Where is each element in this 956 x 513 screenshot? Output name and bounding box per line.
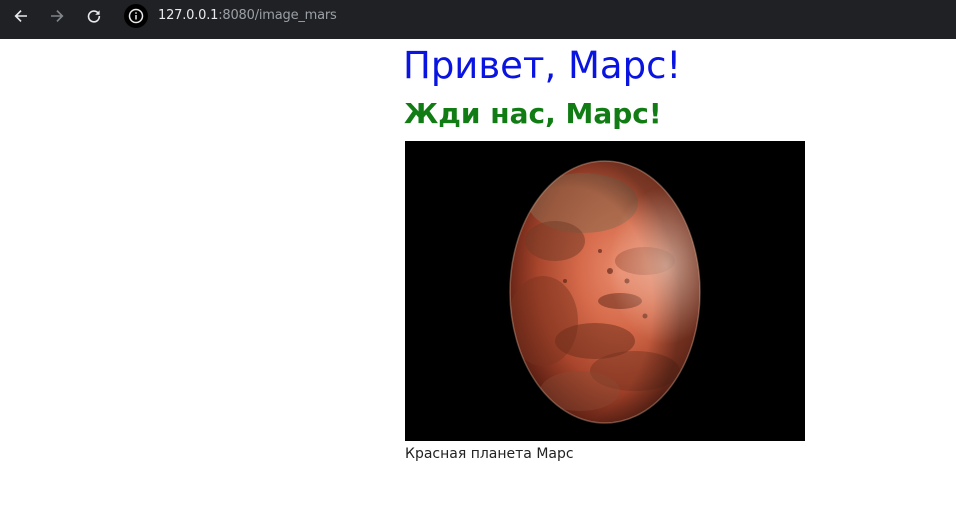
url-path: :8080/image_mars — [218, 8, 337, 23]
arrow-right-icon — [49, 8, 65, 24]
back-button[interactable] — [8, 3, 34, 29]
arrow-left-icon — [13, 8, 29, 24]
forward-button[interactable] — [44, 3, 70, 29]
reload-icon — [86, 8, 102, 24]
mars-image — [405, 141, 805, 441]
page-heading: Привет, Марс! — [403, 44, 682, 87]
page-subheading: Жди нас, Марс! — [404, 97, 662, 130]
page-content: Привет, Марс! Жди нас, Марс! Красная пла… — [403, 39, 825, 462]
address-bar[interactable]: 127.0.0.1:8080/image_mars — [120, 0, 956, 31]
browser-toolbar: 127.0.0.1:8080/image_mars — [0, 0, 956, 39]
reload-button[interactable] — [81, 3, 107, 29]
url-host: 127.0.0.1 — [158, 8, 219, 23]
info-icon — [128, 8, 144, 24]
site-info-button[interactable] — [124, 3, 148, 28]
url-text[interactable]: 127.0.0.1:8080/image_mars — [158, 8, 337, 23]
image-caption: Красная планета Марс — [405, 446, 574, 462]
mars-planet-illustration — [405, 141, 805, 441]
